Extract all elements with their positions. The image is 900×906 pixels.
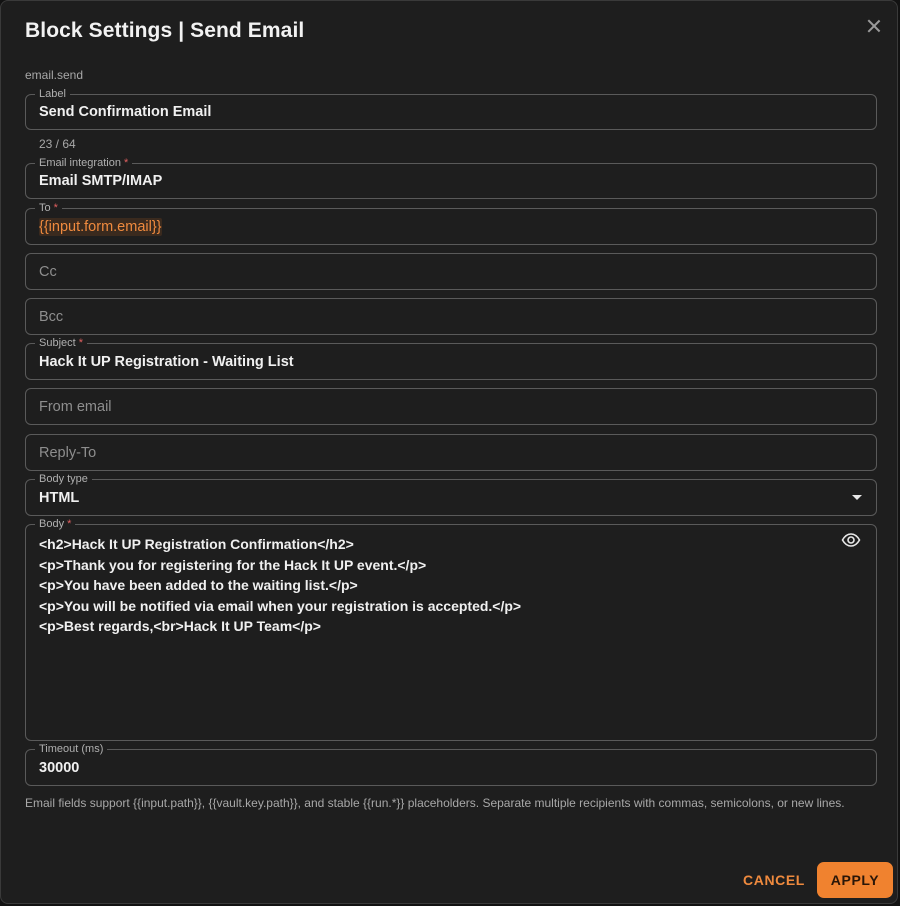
label-char-counter: 23 / 64	[39, 137, 76, 151]
email-integration-field[interactable]: Email integration * Email SMTP/IMAP	[25, 155, 877, 199]
subject-input[interactable]: Hack It UP Registration - Waiting List	[39, 344, 294, 379]
body-type-select[interactable]: Body type HTML	[25, 471, 877, 516]
eye-icon[interactable]	[840, 529, 862, 551]
timeout-field[interactable]: Timeout (ms) 30000	[25, 741, 877, 786]
to-field[interactable]: To * {{input.form.email}}	[25, 200, 877, 245]
body-line: <h2>Hack It UP Registration Confirmation…	[39, 536, 354, 552]
body-field[interactable]: Body * <h2>Hack It UP Registration Confir…	[25, 516, 877, 741]
to-input[interactable]: {{input.form.email}}	[39, 209, 162, 244]
body-type-value: HTML	[39, 489, 80, 506]
bcc-field[interactable]: Bcc	[25, 298, 877, 335]
email-integration-value[interactable]: Email SMTP/IMAP	[39, 164, 162, 198]
dialog-title: Block Settings | Send Email	[25, 19, 305, 42]
to-token: {{input.form.email}}	[39, 217, 162, 236]
close-icon[interactable]	[863, 15, 885, 37]
label-field[interactable]: Label Send Confirmation Email	[25, 86, 877, 130]
body-line: <p>Thank you for registering for the Hac…	[39, 556, 427, 573]
required-mark: *	[67, 518, 72, 530]
body-line: <p>Best regards,<br>Hack It UP Team</p>	[39, 618, 321, 634]
timeout-input[interactable]: 30000	[39, 750, 79, 785]
from-email-input[interactable]: From email	[39, 389, 112, 424]
body-line: <p>You will be notified via email when y…	[39, 597, 522, 614]
bcc-input[interactable]: Bcc	[39, 299, 63, 334]
reply-to-input[interactable]: Reply-To	[39, 435, 96, 470]
body-legend: Body *	[35, 516, 76, 532]
cc-input[interactable]: Cc	[39, 254, 57, 289]
label-input[interactable]: Send Confirmation Email	[39, 95, 211, 129]
reply-to-field[interactable]: Reply-To	[25, 434, 877, 471]
cc-field[interactable]: Cc	[25, 253, 877, 290]
block-settings-dialog: Block Settings | Send Email email.send L…	[0, 0, 898, 904]
block-type-label: email.send	[25, 68, 84, 82]
chevron-down-icon[interactable]	[852, 495, 862, 500]
helper-text: Email fields support {{input.path}}, {{v…	[25, 796, 845, 810]
body-line: <p>You have been added to the waiting li…	[39, 577, 358, 593]
body-textarea[interactable]: <h2>Hack It UP Registration Confirmation…	[39, 534, 521, 637]
apply-button[interactable]: APPLY	[817, 862, 893, 898]
cancel-button[interactable]: CANCEL	[737, 863, 811, 897]
subject-field[interactable]: Subject * Hack It UP Registration - Waiti…	[25, 335, 877, 380]
from-email-field[interactable]: From email	[25, 388, 877, 425]
